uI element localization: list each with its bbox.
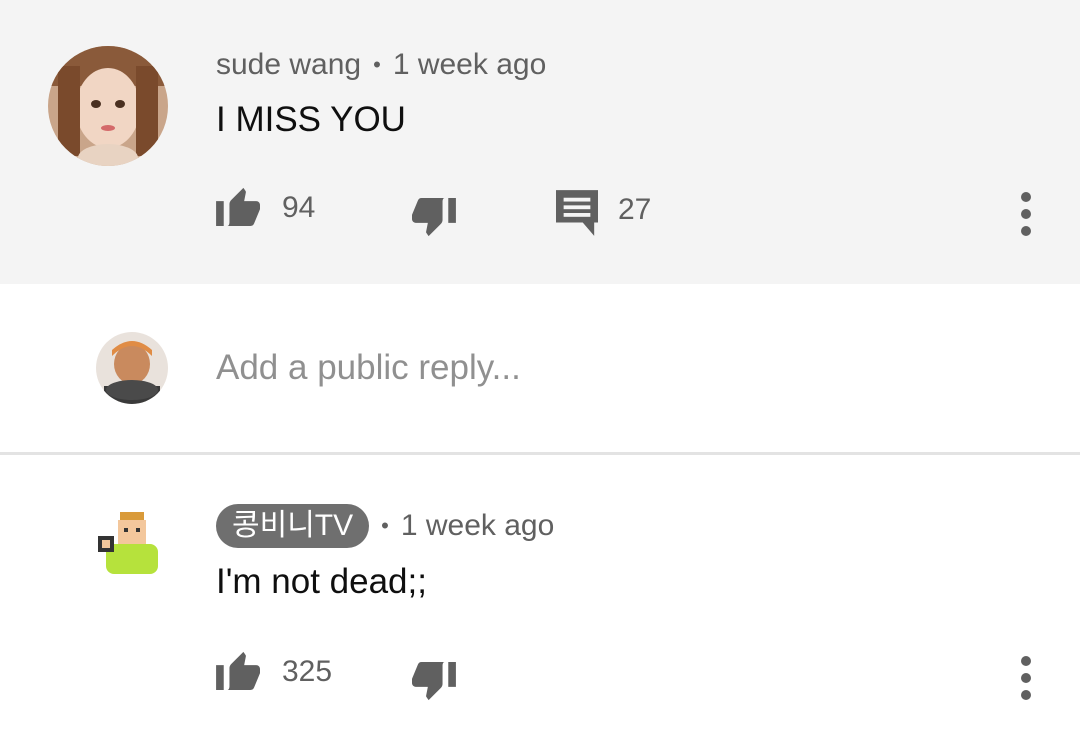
more-vertical-icon[interactable] <box>1016 192 1036 236</box>
reply-input[interactable]: Add a public reply... <box>216 348 521 388</box>
more-vertical-icon[interactable] <box>1016 656 1036 700</box>
commenter-avatar[interactable] <box>48 46 168 166</box>
meta-separator: • <box>373 52 381 77</box>
divider <box>0 452 1080 455</box>
comment-highlighted: sude wang • 1 week ago I MISS YOU 94 27 <box>0 0 1080 284</box>
comment-time: 1 week ago <box>392 48 547 81</box>
meta-separator: • <box>381 513 389 538</box>
dislike-button[interactable] <box>410 198 456 245</box>
comment-meta: sude wang • 1 week ago <box>216 48 546 82</box>
dislike-button[interactable] <box>410 662 456 709</box>
comment-text: I MISS YOU <box>216 100 406 139</box>
author-name[interactable]: sude wang <box>216 48 361 82</box>
like-button[interactable]: 325 <box>216 648 332 695</box>
thumbs-down-icon <box>410 662 456 709</box>
like-button[interactable]: 94 <box>216 184 315 231</box>
comment-time: 1 week ago <box>400 509 555 542</box>
comment-text: I'm not dead;; <box>216 562 427 601</box>
thumbs-up-icon <box>216 184 262 231</box>
comment-icon <box>556 190 598 241</box>
comment-meta: 콩비니TV • 1 week ago <box>216 504 554 548</box>
thumbs-down-icon <box>410 198 456 245</box>
like-count: 325 <box>282 654 333 688</box>
current-user-avatar <box>96 332 168 404</box>
reply-count: 27 <box>618 192 652 226</box>
thumbs-up-icon <box>216 648 262 695</box>
commenter-avatar[interactable] <box>96 506 168 578</box>
like-count: 94 <box>282 190 316 224</box>
reply-button[interactable]: 27 <box>556 190 651 241</box>
author-name[interactable]: 콩비니TV <box>216 504 370 548</box>
